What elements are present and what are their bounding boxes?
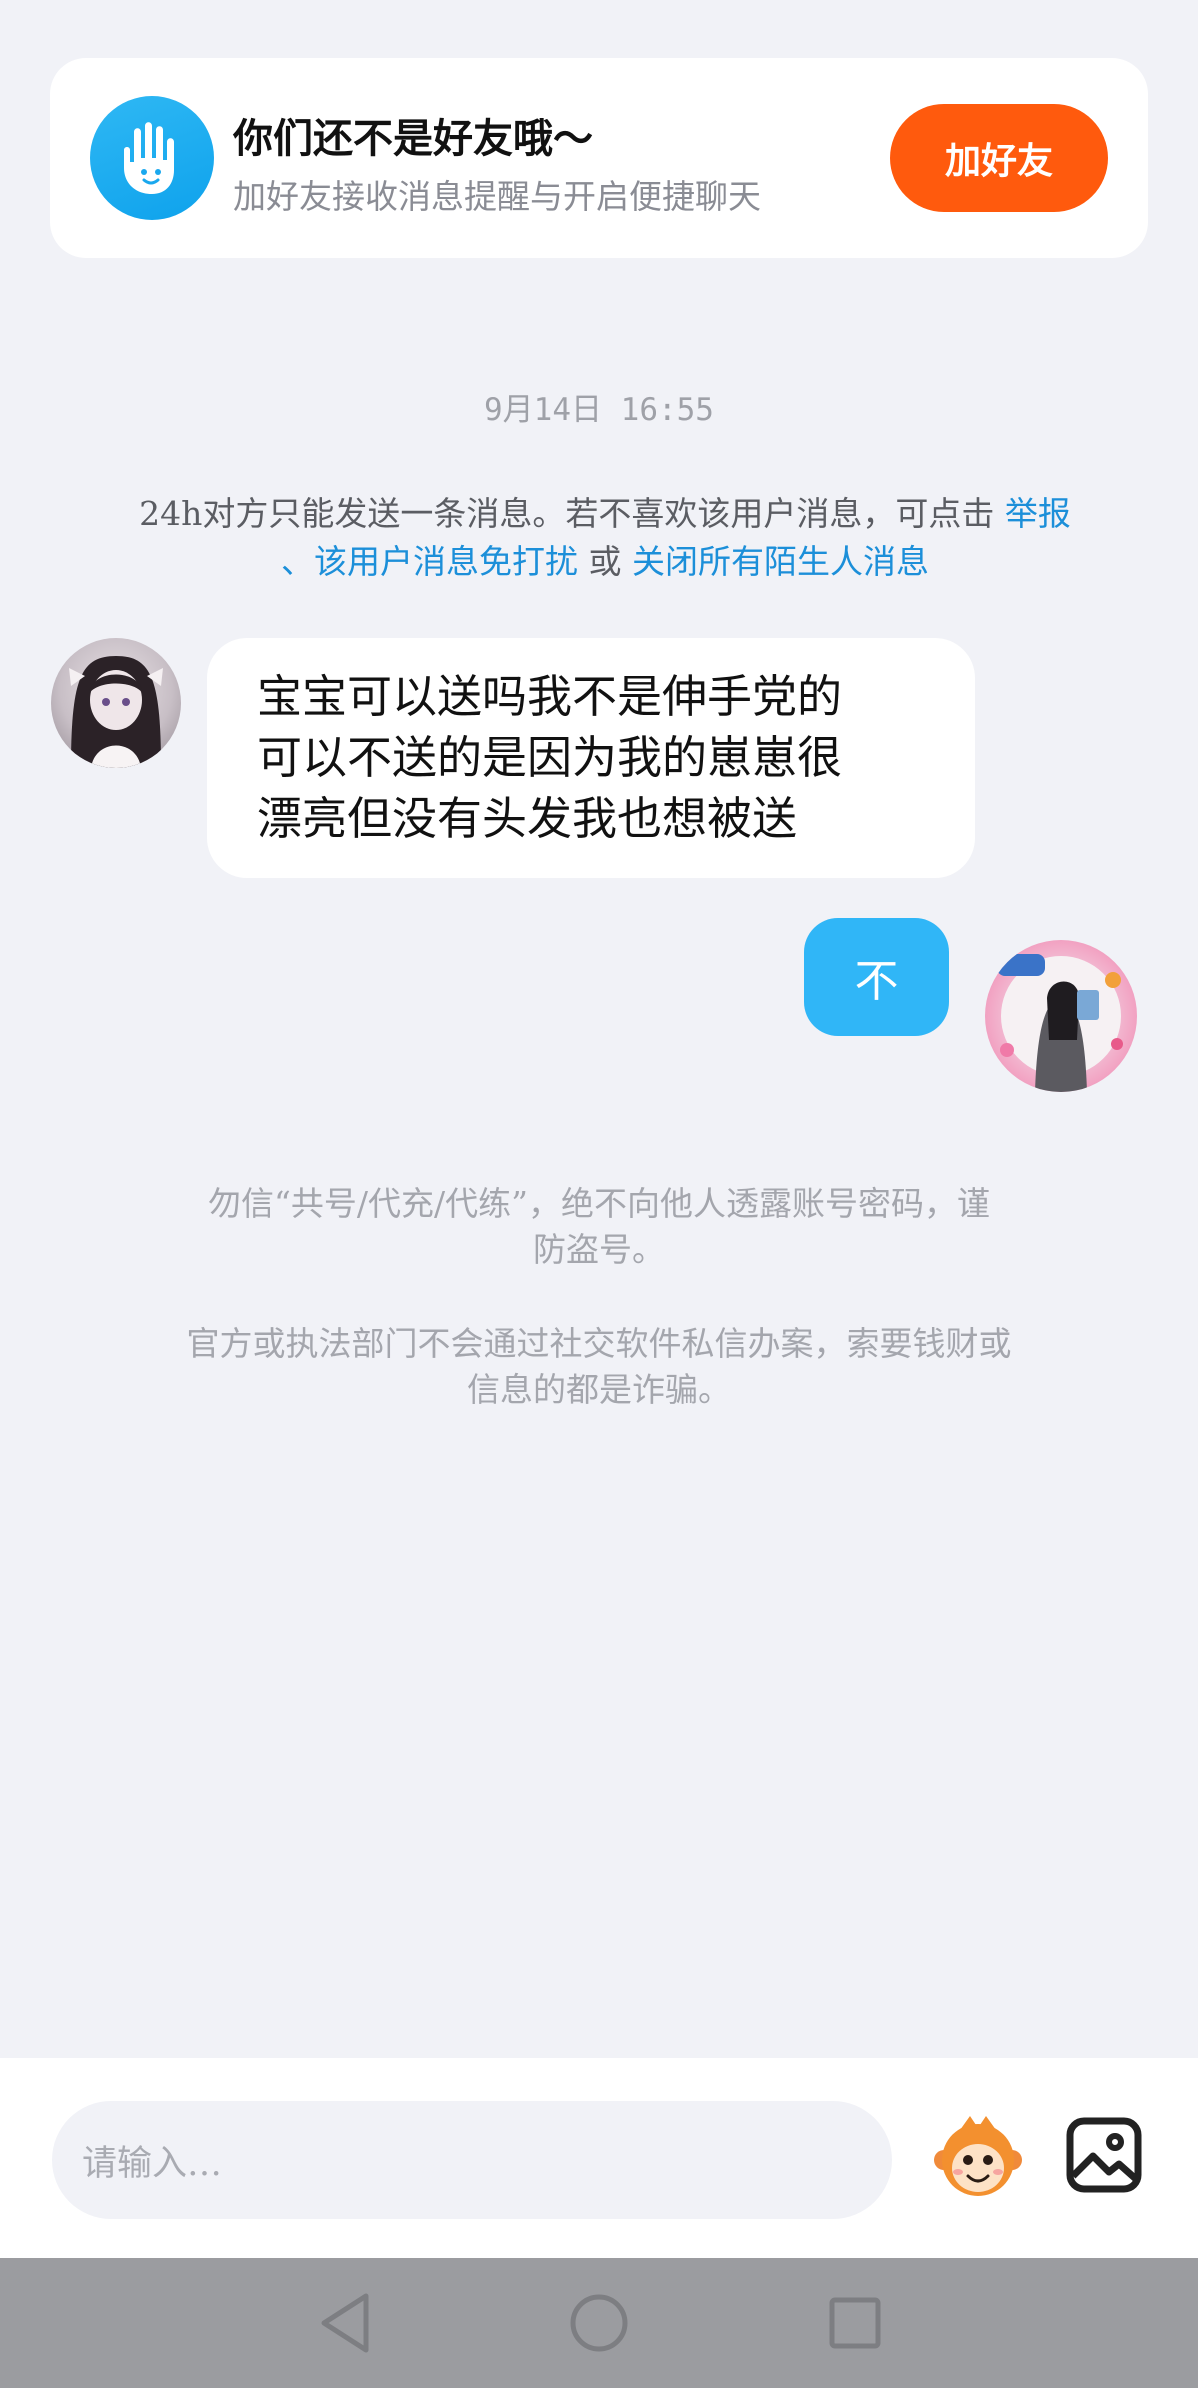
back-triangle-icon <box>321 2293 369 2353</box>
banner-title: 你们还不是好友哦～ <box>233 115 593 162</box>
tip-line: 勿信“共号/代充/代练”，绝不向他人透露账号密码，谨 <box>208 1184 990 1223</box>
chat-screen: 你们还不是好友哦～ 加好友接收消息提醒与开启便捷聊天 加好友 9月14日 16:… <box>0 0 1198 2388</box>
tip-line: 信息的都是诈骗。 <box>467 1370 731 1409</box>
my-avatar[interactable] <box>985 940 1137 1092</box>
notice-or: 或 <box>578 542 632 581</box>
not-friends-banner: 你们还不是好友哦～ 加好友接收消息提醒与开启便捷聊天 加好友 <box>50 58 1148 258</box>
sender-avatar[interactable] <box>51 638 181 768</box>
monkey-emoji-icon <box>934 2116 1022 2196</box>
add-friend-button[interactable]: 加好友 <box>890 104 1108 212</box>
waving-hand-icon <box>90 96 214 220</box>
nav-recents-button[interactable] <box>818 2286 892 2360</box>
incoming-message-bubble[interactable]: 宝宝可以送吗我不是伸手党的 可以不送的是因为我的崽崽很 漂亮但没有头发我也想被送 <box>207 638 975 878</box>
notice-sep: 、 <box>281 542 314 581</box>
system-nav-bar <box>0 2258 1198 2388</box>
message-line: 可以不送的是因为我的崽崽很 <box>257 731 843 784</box>
message-line: 宝宝可以送吗我不是伸手党的 <box>257 670 843 723</box>
tip-line: 官方或执法部门不会通过社交软件私信办案，索要钱财或 <box>186 1324 1012 1363</box>
notice-text: 24h对方只能发送一条消息。若不喜欢该用户消息，可点击 <box>139 494 1005 533</box>
safety-tip-account: 勿信“共号/代充/代练”，绝不向他人透露账号密码，谨 防盗号。 <box>100 1181 1098 1273</box>
message-timestamp: 9月14日 16:55 <box>484 392 714 428</box>
mute-user-link[interactable]: 该用户消息免打扰 <box>314 542 578 581</box>
stranger-message-notice: 24h对方只能发送一条消息。若不喜欢该用户消息，可点击 举报 、该用户消息免打扰 … <box>70 490 1140 586</box>
message-input-bar: 请输入… <box>0 2058 1198 2258</box>
safety-tip-fraud: 官方或执法部门不会通过社交软件私信办案，索要钱财或 信息的都是诈骗。 <box>100 1321 1098 1413</box>
outgoing-message-bubble[interactable]: 不 <box>804 918 949 1036</box>
tip-line: 防盗号。 <box>533 1230 665 1269</box>
image-icon <box>1066 2117 1142 2193</box>
nav-back-button[interactable] <box>310 2286 384 2360</box>
report-link[interactable]: 举报 <box>1005 494 1071 533</box>
home-circle-icon <box>570 2294 628 2352</box>
message-line: 漂亮但没有头发我也想被送 <box>257 792 798 845</box>
close-stranger-messages-link[interactable]: 关闭所有陌生人消息 <box>632 542 929 581</box>
nav-home-button[interactable] <box>562 2286 636 2360</box>
message-input[interactable]: 请输入… <box>52 2101 892 2219</box>
image-picker-button[interactable] <box>1065 2116 1143 2194</box>
banner-subtitle: 加好友接收消息提醒与开启便捷聊天 <box>233 177 761 216</box>
emoji-button[interactable] <box>930 2110 1026 2206</box>
recents-square-icon <box>829 2297 881 2349</box>
